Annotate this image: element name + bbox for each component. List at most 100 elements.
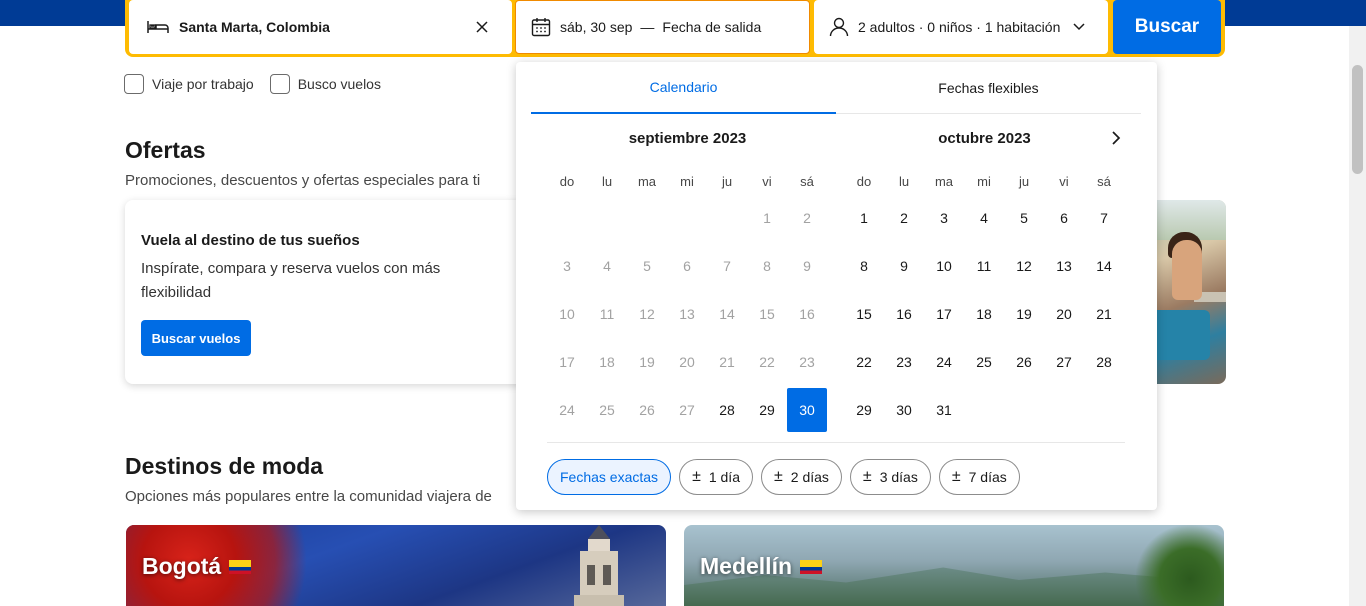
month-title-october: octubre 2023 (938, 130, 1031, 147)
search-button[interactable]: Buscar (1113, 0, 1221, 54)
search-bar: Santa Marta, Colombia sáb, 30 sep — Fech… (125, 0, 1225, 57)
flex-days-pill[interactable]: ±2 días (760, 459, 842, 495)
business-trip-label: Viaje por trabajo (152, 76, 254, 92)
tab-calendar[interactable]: Calendario (531, 62, 836, 114)
pill-label: 1 día (708, 469, 740, 485)
selected-day[interactable]: 30 (787, 388, 827, 432)
calendar-day[interactable]: 4 (964, 196, 1004, 240)
calendar-day[interactable]: 10 (924, 244, 964, 288)
calendar-day[interactable]: 25 (964, 340, 1004, 384)
calendar-day[interactable]: 12 (1004, 244, 1044, 288)
destination-label: Bogotá (142, 553, 252, 580)
calendar-day: 3 (563, 258, 571, 274)
calendar-day[interactable]: 17 (924, 292, 964, 336)
calendar-day: 15 (759, 306, 775, 322)
calendar-day: 7 (723, 258, 731, 274)
clear-destination-icon[interactable] (474, 19, 490, 35)
calendar-day[interactable]: 7 (1084, 196, 1124, 240)
calendar-day: 9 (803, 258, 811, 274)
calendar-day[interactable]: 9 (884, 244, 924, 288)
calendar-day[interactable]: 29 (844, 388, 884, 432)
calendar-day[interactable]: 13 (1044, 244, 1084, 288)
calendar-day[interactable]: 1 (844, 196, 884, 240)
calendar-day[interactable]: 24 (924, 340, 964, 384)
destination-card-bogota[interactable]: Bogotá (126, 525, 666, 606)
person-icon (828, 16, 850, 38)
calendar-day[interactable]: 14 (1084, 244, 1124, 288)
offer-card-title: Vuela al destino de tus sueños (141, 232, 360, 249)
calendar-day[interactable]: 29 (747, 388, 787, 432)
calendar-day[interactable]: 27 (1044, 340, 1084, 384)
destination-label: Medellín (700, 553, 823, 580)
flex-days-pill[interactable]: ±1 día (679, 459, 753, 495)
weekday-label: mi (977, 174, 991, 189)
calendar-day: 22 (759, 354, 775, 370)
calendar-day[interactable]: 23 (884, 340, 924, 384)
calendar-icon (530, 16, 552, 38)
calendar-day: 1 (763, 210, 771, 226)
destination-card-medellin[interactable]: Medellín (684, 525, 1224, 606)
checkbox-box[interactable] (269, 74, 290, 94)
search-flights-button[interactable]: Buscar vuelos (141, 320, 251, 356)
calendar-day[interactable]: 16 (884, 292, 924, 336)
calendar-day[interactable]: 6 (1044, 196, 1084, 240)
flex-days-pill[interactable]: ±7 días (938, 459, 1020, 495)
calendar-day: 25 (599, 402, 615, 418)
trending-title: Destinos de moda (125, 453, 324, 479)
calendar-day: 4 (603, 258, 611, 274)
calendar-day: 18 (599, 354, 615, 370)
calendar-day[interactable]: 20 (1044, 292, 1084, 336)
bed-icon (145, 15, 171, 39)
weekday-label: do (559, 174, 575, 189)
weekday-label: vi (762, 174, 772, 189)
calendar-day: 2 (803, 210, 811, 226)
exact-dates-pill[interactable]: Fechas exactas (547, 459, 672, 495)
business-trip-checkbox[interactable]: Viaje por trabajo (124, 74, 254, 94)
calendar-day[interactable]: 26 (1004, 340, 1044, 384)
flex-days-pill[interactable]: ±3 días (849, 459, 931, 495)
calendar-day[interactable]: 22 (844, 340, 884, 384)
calendar-day[interactable]: 31 (924, 388, 964, 432)
calendar-day: 27 (679, 402, 695, 418)
tab-flexible-dates[interactable]: Fechas flexibles (836, 62, 1141, 114)
calendar-day: 8 (763, 258, 771, 274)
calendar-day[interactable]: 18 (964, 292, 1004, 336)
calendar-day: 23 (799, 354, 815, 370)
calendar-day[interactable]: 28 (707, 388, 747, 432)
next-month-arrow-icon[interactable] (1108, 130, 1124, 146)
checkbox-box[interactable] (124, 74, 144, 94)
weekday-label: ma (934, 174, 954, 189)
weekday-label: lu (898, 174, 910, 189)
calendar-day[interactable]: 11 (964, 244, 1004, 288)
calendar-day: 26 (639, 402, 655, 418)
offer-card-text: Inspírate, compara y reserva vuelos con … (141, 260, 441, 301)
empty-day-cell (547, 196, 587, 244)
month-title-september: septiembre 2023 (628, 130, 747, 147)
calendar-day[interactable]: 15 (844, 292, 884, 336)
date-picker-popup: Calendario Fechas flexibles septiembre 2… (516, 62, 1157, 510)
calendar-day[interactable]: 8 (844, 244, 884, 288)
page-scrollbar[interactable] (1349, 26, 1366, 606)
scrollbar-thumb[interactable] (1352, 65, 1363, 174)
calendar-day[interactable]: 30 (884, 388, 924, 432)
guests-field[interactable]: 2 adultos · 0 niños · 1 habitación (814, 0, 1108, 54)
date-picker-tabs: Calendario Fechas flexibles (531, 62, 1141, 114)
calendar-day[interactable]: 21 (1084, 292, 1124, 336)
calendar-day: 6 (683, 258, 691, 274)
destination-value: Santa Marta, Colombia (179, 19, 330, 35)
calendar-day[interactable]: 28 (1084, 340, 1124, 384)
dates-field[interactable]: sáb, 30 sep — Fecha de salida (515, 0, 810, 54)
empty-day-cell (627, 196, 667, 244)
checkin-date: sáb, 30 sep (560, 19, 633, 35)
colombia-flag-icon (229, 559, 252, 574)
calendar-day[interactable]: 2 (884, 196, 924, 240)
calendar-day[interactable]: 3 (924, 196, 964, 240)
flights-checkbox[interactable]: Busco vuelos (269, 74, 381, 94)
calendar-day[interactable]: 19 (1004, 292, 1044, 336)
calendar-day[interactable]: 5 (1004, 196, 1044, 240)
destination-field[interactable]: Santa Marta, Colombia (129, 0, 512, 54)
weekday-label: do (856, 174, 872, 189)
offers-subtitle: Promociones, descuentos y ofertas especi… (125, 172, 481, 189)
colombia-flag-icon (800, 559, 823, 574)
weekday-label: mi (680, 174, 694, 189)
